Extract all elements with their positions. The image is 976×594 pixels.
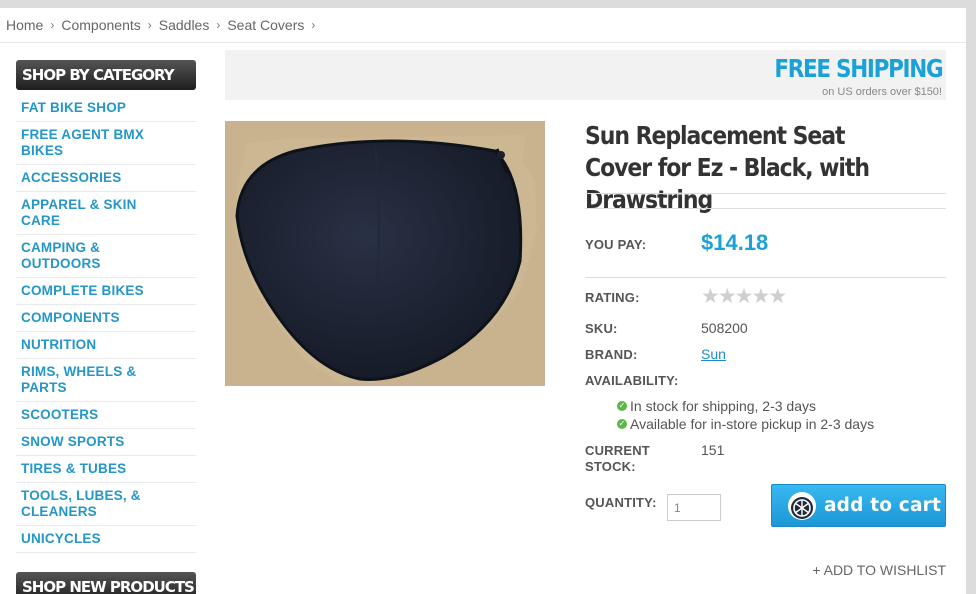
add-to-cart-label: add to cart	[824, 495, 942, 516]
sidebar-item-label: Tools, Lubes, & Cleaners	[21, 488, 141, 519]
breadcrumb: Home › Components › Saddles › Seat Cover…	[6, 17, 322, 33]
divider	[585, 193, 946, 194]
sidebar-item-components[interactable]: Components	[16, 305, 196, 332]
sidebar-item-tires-tubes[interactable]: Tires & Tubes	[16, 456, 196, 483]
price: $14.18	[701, 230, 769, 255]
product-page: Home › Components › Saddles › Seat Cover…	[0, 8, 966, 594]
sidebar-item-label: Snow Sports	[21, 434, 125, 449]
rating-label: Rating:	[585, 290, 640, 305]
breadcrumb-components[interactable]: Components	[61, 17, 140, 33]
availability-text: Available for in-store pickup in 2-3 day…	[630, 416, 875, 432]
you-pay-label: You Pay:	[585, 237, 647, 252]
sidebar-item-accessories[interactable]: Accessories	[16, 165, 196, 192]
quantity-label: Quantity:	[585, 495, 657, 510]
banner-subtitle: on US orders over $150!	[822, 86, 942, 98]
sidebar-item-label: Rims, Wheels & Parts	[21, 364, 137, 395]
breadcrumb-divider	[0, 42, 966, 43]
sidebar-item-label: Fat Bike Shop	[21, 100, 127, 115]
product-image[interactable]	[225, 121, 545, 386]
brand-value: Sun	[701, 346, 726, 362]
quantity-input[interactable]	[667, 494, 721, 521]
banner-title: FREE SHIPPING	[774, 54, 943, 83]
breadcrumb-separator: ›	[147, 18, 152, 32]
category-list: Fat Bike Shop Free Agent BMX Bikes Acces…	[16, 95, 196, 553]
sidebar-item-snow-sports[interactable]: Snow Sports	[16, 429, 196, 456]
sidebar-item-fat-bike-shop[interactable]: Fat Bike Shop	[16, 95, 196, 122]
sku-label: SKU:	[585, 321, 618, 336]
availability-label: Availability:	[585, 373, 679, 388]
sidebar-item-label: Unicycles	[21, 531, 101, 546]
add-to-wishlist-link[interactable]: + Add to Wishlist	[812, 562, 946, 578]
sidebar-item-tools-lubes-cleaners[interactable]: Tools, Lubes, & Cleaners	[16, 483, 196, 526]
seat-cover-illustration	[225, 121, 545, 386]
sidebar-item-nutrition[interactable]: Nutrition	[16, 332, 196, 359]
bike-wheel-icon	[788, 491, 816, 520]
sidebar-item-label: Scooters	[21, 407, 99, 422]
sidebar-item-apparel-skin-care[interactable]: Apparel & Skin Care	[16, 192, 196, 235]
availability-text: In stock for shipping, 2-3 days	[630, 398, 816, 414]
availability-pickup: ✓ Available for in-store pickup in 2-3 d…	[617, 416, 874, 432]
sidebar-item-free-agent-bmx-bikes[interactable]: Free Agent BMX Bikes	[16, 122, 196, 165]
sku-value: 508200	[701, 320, 748, 336]
star-icon: ★	[768, 285, 788, 308]
sidebar-item-complete-bikes[interactable]: Complete Bikes	[16, 278, 196, 305]
current-stock-label: Current Stock:	[585, 443, 650, 474]
sidebar-item-label: Apparel & Skin Care	[21, 197, 137, 228]
sidebar-item-label: Camping & Outdoors	[21, 240, 101, 271]
sidebar-item-camping-outdoors[interactable]: Camping & Outdoors	[16, 235, 196, 278]
rating-stars[interactable]: ★ ★ ★ ★ ★	[701, 285, 788, 308]
product-title: Sun Replacement Seat Cover for Ez - Blac…	[585, 121, 870, 214]
divider	[585, 208, 946, 209]
add-to-cart-button[interactable]: add to cart	[771, 484, 946, 527]
check-circle-icon: ✓	[617, 419, 627, 429]
sidebar-item-label: Tires & Tubes	[21, 461, 127, 476]
brand-link[interactable]: Sun	[701, 346, 726, 362]
breadcrumb-home[interactable]: Home	[6, 17, 43, 33]
divider	[585, 277, 946, 278]
brand-label: Brand:	[585, 347, 638, 362]
sidebar-item-label: Free Agent BMX Bikes	[21, 127, 145, 158]
breadcrumb-saddles[interactable]: Saddles	[159, 17, 210, 33]
check-circle-icon: ✓	[617, 401, 627, 411]
breadcrumb-separator: ›	[311, 18, 316, 32]
shop-new-products-header: Shop New Products	[16, 572, 196, 594]
sidebar-item-label: Nutrition	[21, 337, 97, 352]
sidebar-item-label: Components	[21, 310, 120, 325]
sidebar-item-rims-wheels-parts[interactable]: Rims, Wheels & Parts	[16, 359, 196, 402]
sidebar-item-label: Complete Bikes	[21, 283, 144, 298]
breadcrumb-seat-covers[interactable]: Seat Covers	[227, 17, 304, 33]
sidebar-item-label: Accessories	[21, 170, 122, 185]
free-shipping-banner[interactable]: FREE SHIPPING on US orders over $150!	[225, 50, 946, 100]
sidebar-item-scooters[interactable]: Scooters	[16, 402, 196, 429]
shop-by-category-header: Shop by Category	[16, 60, 196, 90]
current-stock-value: 151	[701, 442, 725, 458]
availability-shipping: ✓ In stock for shipping, 2-3 days	[617, 398, 816, 414]
breadcrumb-separator: ›	[216, 18, 221, 32]
sidebar-item-unicycles[interactable]: Unicycles	[16, 526, 196, 553]
breadcrumb-separator: ›	[50, 18, 55, 32]
